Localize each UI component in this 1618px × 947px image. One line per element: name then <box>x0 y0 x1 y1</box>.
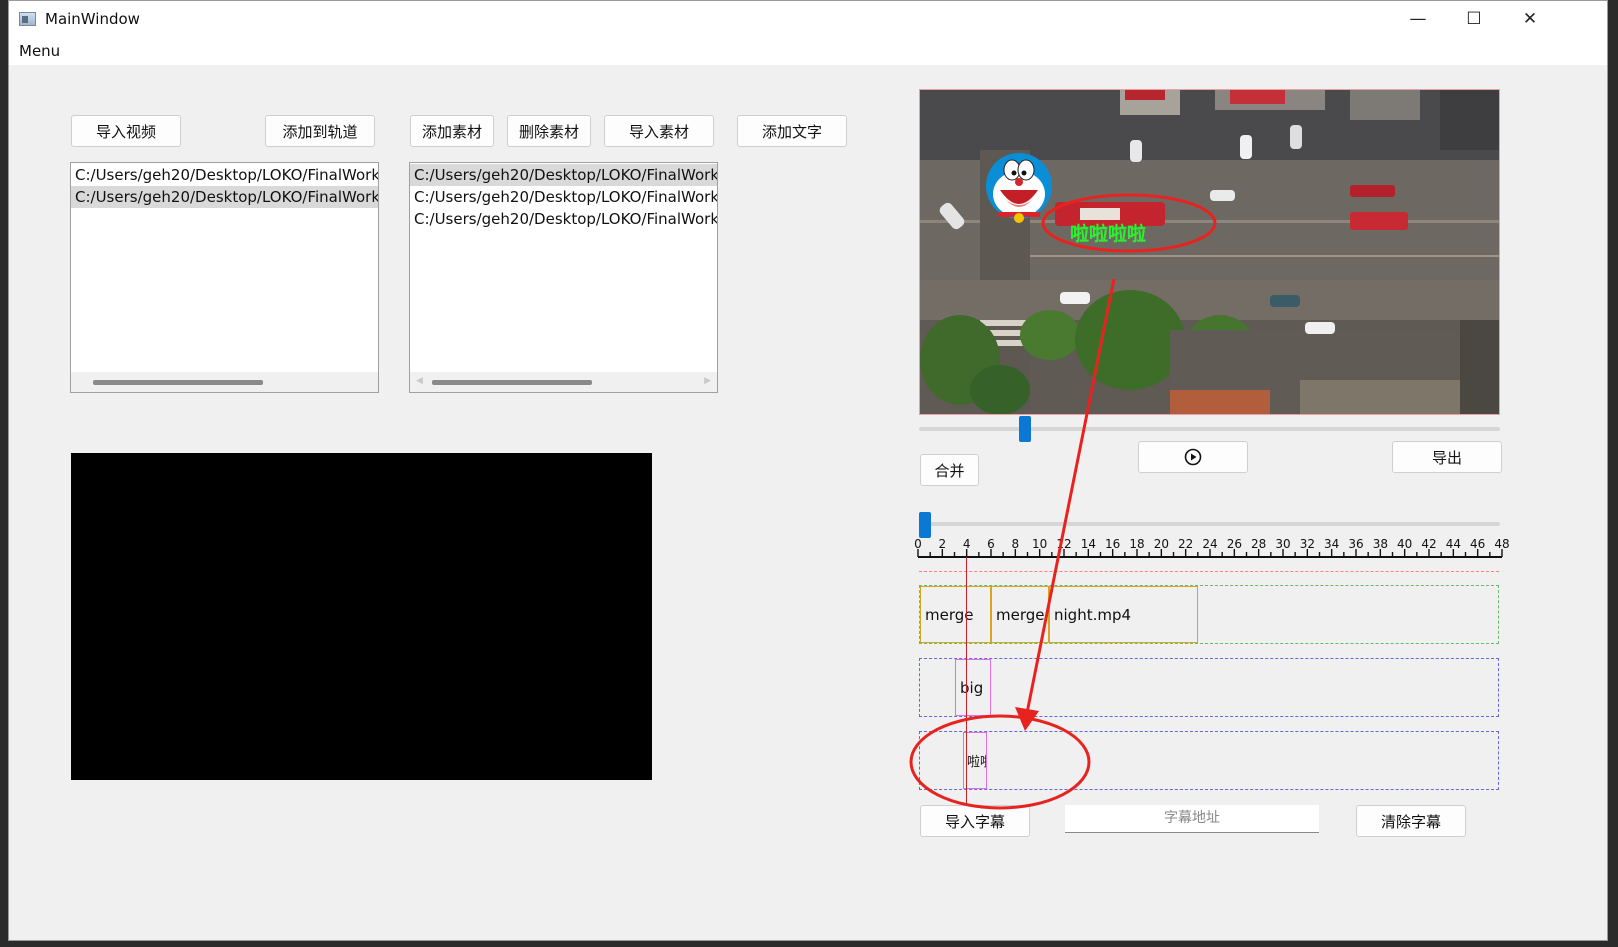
scrollbar-thumb[interactable] <box>432 380 592 385</box>
video-preview: 啦啦啦啦 <box>919 89 1500 415</box>
subtitle-path-field[interactable]: 字幕地址 <box>1065 805 1319 833</box>
timeline-clip[interactable]: merge <box>991 586 1049 643</box>
overlay-text: 啦啦啦啦 <box>1070 222 1146 245</box>
add-text-button[interactable]: 添加文字 <box>737 115 847 147</box>
app-icon <box>19 12 36 26</box>
secondary-video-preview <box>71 453 652 780</box>
main-window: MainWindow — ☐ ✕ Menu 导入视频 添加到轨道 C:/User… <box>8 0 1608 941</box>
material-list[interactable]: C:/Users/geh20/Desktop/LOKO/FinalWork/t … <box>409 162 718 393</box>
title-bar: MainWindow — ☐ ✕ <box>9 1 1607 37</box>
add-material-button[interactable]: 添加素材 <box>410 115 494 147</box>
preview-slider-track[interactable] <box>919 427 1500 431</box>
ruler-baseline <box>919 571 1499 572</box>
material-track[interactable]: big <box>919 658 1499 717</box>
play-button[interactable] <box>1138 441 1248 473</box>
minimize-button[interactable]: — <box>1389 1 1447 37</box>
scrollbar-thumb[interactable] <box>93 380 263 385</box>
close-button[interactable]: ✕ <box>1501 1 1559 37</box>
text-track[interactable]: 啦啦 <box>919 731 1499 790</box>
window-title: MainWindow <box>45 10 140 28</box>
video-list[interactable]: C:/Users/geh20/Desktop/LOKO/FinalWork/t … <box>70 162 379 393</box>
import-video-button[interactable]: 导入视频 <box>71 115 181 147</box>
timeline-slider-track[interactable] <box>919 522 1500 526</box>
import-material-button[interactable]: 导入素材 <box>604 115 714 147</box>
list-item[interactable]: C:/Users/geh20/Desktop/LOKO/FinalWork/t <box>410 186 717 208</box>
import-subtitle-button[interactable]: 导入字幕 <box>920 805 1030 837</box>
timeline-clip[interactable]: big <box>955 659 991 716</box>
export-button[interactable]: 导出 <box>1392 441 1502 473</box>
close-icon: ✕ <box>1522 9 1538 29</box>
timeline-ruler: 0 2 4 6 8 10 12 14 16 18 20 22 24 26 28 30 32 34 36 38 40 42 4… <box>914 537 1510 561</box>
play-circle-icon <box>1184 448 1202 466</box>
video-track[interactable]: merge merge night.mp4 <box>919 585 1499 644</box>
playhead-line[interactable] <box>966 557 967 807</box>
list-item[interactable]: C:/Users/geh20/Desktop/LOKO/FinalWork/t <box>71 186 378 208</box>
timeline-clip[interactable]: merge <box>920 586 991 643</box>
list-item[interactable]: C:/Users/geh20/Desktop/LOKO/FinalWork/t <box>410 164 717 186</box>
timeline-clip[interactable]: night.mp4 <box>1049 586 1198 643</box>
video-frame: 啦啦啦啦 <box>920 90 1499 414</box>
ruler-ticks <box>917 549 1503 558</box>
horizontal-scrollbar[interactable] <box>71 372 378 392</box>
maximize-icon: ☐ <box>1466 9 1482 29</box>
list-item[interactable]: C:/Users/geh20/Desktop/LOKO/FinalWork/t <box>71 164 378 186</box>
preview-slider-handle[interactable] <box>1019 416 1031 442</box>
menu-bar: Menu <box>9 37 1607 65</box>
minimize-icon: — <box>1409 9 1427 29</box>
scroll-right-icon[interactable]: ▶ <box>704 376 711 386</box>
merge-button[interactable]: 合并 <box>920 454 979 486</box>
timeline-slider-handle[interactable] <box>919 512 931 538</box>
delete-material-button[interactable]: 删除素材 <box>507 115 591 147</box>
scroll-left-icon[interactable]: ◀ <box>416 376 423 386</box>
horizontal-scrollbar[interactable]: ◀ ▶ <box>410 372 717 392</box>
list-item[interactable]: C:/Users/geh20/Desktop/LOKO/FinalWork/t <box>410 208 717 230</box>
maximize-button[interactable]: ☐ <box>1445 1 1503 37</box>
add-to-track-button[interactable]: 添加到轨道 <box>265 115 375 147</box>
clear-subtitle-button[interactable]: 清除字幕 <box>1356 805 1466 837</box>
menu-item[interactable]: Menu <box>19 42 60 60</box>
